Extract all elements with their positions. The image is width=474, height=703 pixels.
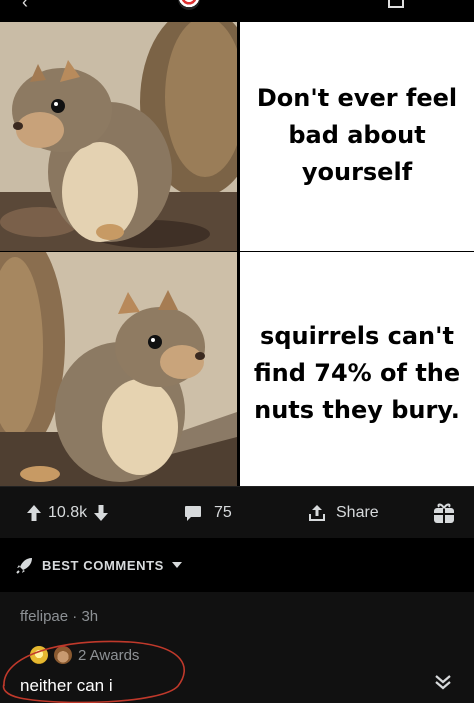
comment-age: 3h xyxy=(81,608,99,625)
share-label: Share xyxy=(336,504,379,521)
rocket-icon xyxy=(16,558,32,574)
squirrel-photo-top xyxy=(0,22,237,251)
upvote-icon[interactable] xyxy=(26,504,42,522)
sort-label: BEST COMMENTS xyxy=(42,557,164,573)
post-image[interactable]: Don't ever feel bad about yourself squir… xyxy=(0,14,474,486)
caption-text: Don't ever feel bad about yourself xyxy=(256,84,458,186)
back-icon[interactable]: ‹ xyxy=(22,0,28,13)
meta-separator: · xyxy=(72,608,78,625)
caret-down-icon xyxy=(171,562,182,568)
downvote-icon[interactable] xyxy=(93,504,109,522)
sort-dropdown[interactable]: BEST COMMENTS xyxy=(16,556,182,574)
comment-meta: ffelipae · 3h xyxy=(20,608,98,625)
bookmark-icon[interactable] xyxy=(388,0,404,8)
comment-icon xyxy=(185,505,201,521)
share-icon xyxy=(309,505,325,521)
comment-sort-bar: BEST COMMENTS xyxy=(0,538,474,592)
share-button[interactable]: Share xyxy=(308,487,379,539)
comment-author[interactable]: ffelipae xyxy=(20,608,68,625)
vote-control: 10.8k xyxy=(26,487,109,539)
top-bar: ‹ xyxy=(0,0,474,14)
squirrel-photo-bottom xyxy=(0,252,237,486)
caption-text: squirrels can't find 74% of the nuts the… xyxy=(253,322,461,424)
meme-caption-top: Don't ever feel bad about yourself xyxy=(240,22,474,251)
gift-icon xyxy=(434,503,454,523)
expand-icon[interactable] xyxy=(434,674,452,690)
vote-count: 10.8k xyxy=(48,504,88,521)
meme-caption-bottom: squirrels can't find 74% of the nuts the… xyxy=(240,252,474,486)
comment-count: 75 xyxy=(214,504,232,521)
comment: ffelipae · 3h 2 Awards neither can i xyxy=(0,592,474,703)
subreddit-avatar-icon[interactable] xyxy=(178,0,200,10)
red-circle-annotation xyxy=(2,640,186,703)
post-action-bar: 10.8k 75 Share xyxy=(0,486,474,538)
comments-button[interactable]: 75 xyxy=(184,487,232,539)
award-button[interactable] xyxy=(432,487,456,539)
